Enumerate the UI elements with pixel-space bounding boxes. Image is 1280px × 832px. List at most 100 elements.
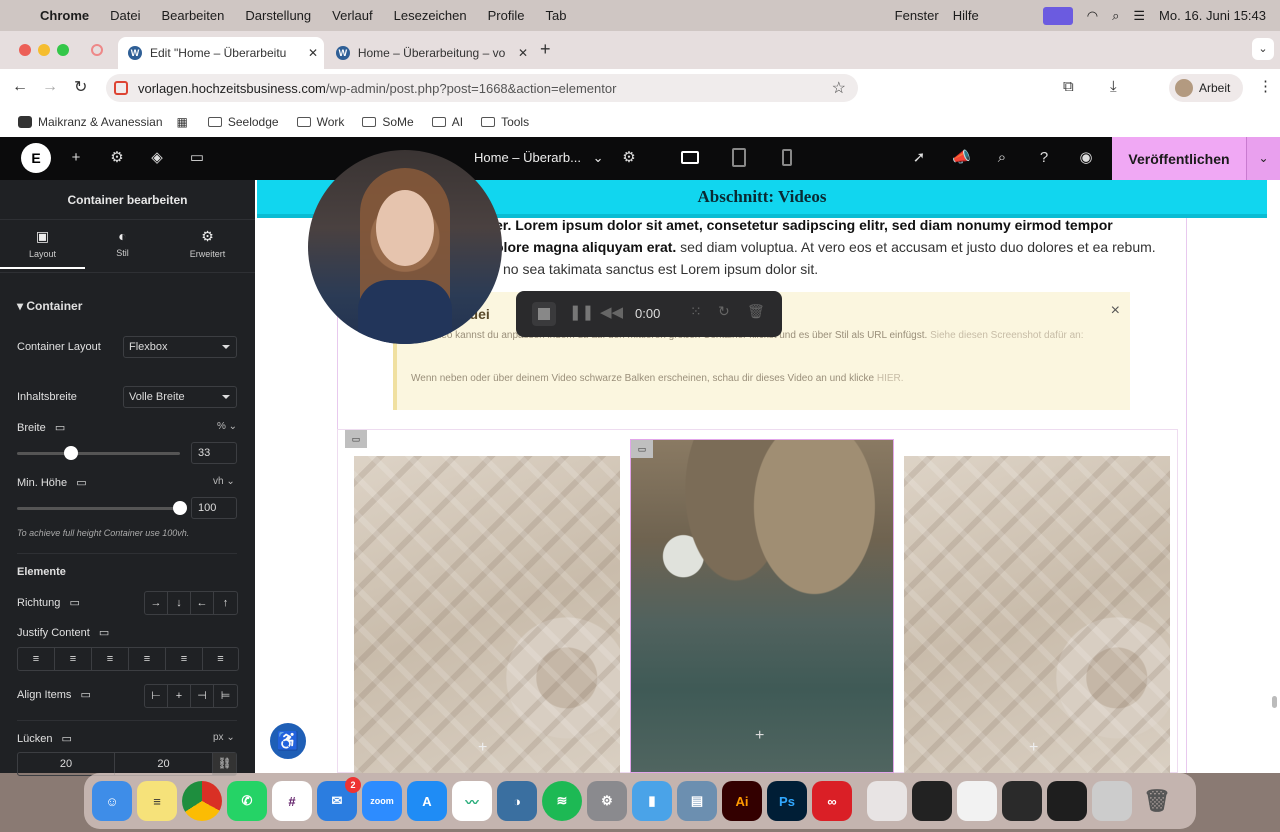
menu-hilfe[interactable]: Hilfe	[953, 8, 979, 23]
bookmark-folder-some[interactable]: SoMe	[362, 115, 414, 129]
publish-options-button[interactable]: ⌄	[1246, 137, 1280, 180]
direction-column-button[interactable]: ↓	[168, 592, 191, 614]
illustrator-icon[interactable]: Ai	[722, 781, 762, 821]
screen-share-icon[interactable]	[1042, 6, 1073, 25]
add-element-icon[interactable]: +	[755, 727, 764, 745]
bookmark-folder-work[interactable]: Work	[296, 115, 344, 129]
tab-search-icon[interactable]: ⌄	[1252, 38, 1274, 60]
bookmark-folder-tools[interactable]: Tools	[481, 115, 529, 129]
elementor-logo-icon[interactable]: E	[21, 143, 51, 173]
notifications-icon[interactable]: 📣	[952, 149, 971, 167]
back-icon[interactable]: ←	[12, 78, 28, 96]
preview-icon[interactable]: ▤	[677, 781, 717, 821]
mobile-view-icon[interactable]	[782, 149, 792, 166]
datetime[interactable]: Mo. 16. Juni 15:43	[1159, 8, 1266, 23]
zoom-icon[interactable]: zoom	[362, 781, 402, 821]
justify-space-between-icon[interactable]: ≡	[129, 648, 166, 670]
tablet-view-icon[interactable]	[732, 148, 746, 167]
freeform-icon[interactable]: 〰	[452, 781, 492, 821]
direction-row-reverse-button[interactable]: ←	[191, 592, 214, 614]
bookmark-star-icon[interactable]: ☆	[832, 78, 846, 98]
address-bar[interactable]: vorlagen.hochzeitsbusiness.com/wp-admin/…	[106, 74, 858, 102]
page-settings-icon[interactable]: ⚙	[620, 149, 638, 167]
video-right[interactable]: +	[904, 456, 1170, 773]
finder-icon[interactable]: ☺	[92, 781, 132, 821]
link-icon[interactable]: ⛓	[213, 753, 236, 775]
tab-style[interactable]: ◐ Stil	[80, 228, 165, 258]
menu-profile[interactable]: Profile	[488, 8, 525, 23]
video-left[interactable]: +	[354, 456, 620, 773]
align-center-icon[interactable]: +	[168, 685, 191, 707]
search-icon[interactable]: ⌕	[1112, 8, 1119, 24]
rewind-icon[interactable]: ◀◀	[600, 303, 623, 321]
tab-close-icon[interactable]: ✕	[308, 46, 318, 60]
chrome-icon[interactable]	[182, 781, 222, 821]
justify-end-icon[interactable]: ≡	[92, 648, 129, 670]
justify-space-around-icon[interactable]: ≡	[166, 648, 203, 670]
window-thumb-icon[interactable]	[867, 781, 907, 821]
desktop-view-icon[interactable]	[681, 151, 699, 164]
pause-icon[interactable]: ❚❚	[569, 303, 594, 321]
launch-icon[interactable]: ➚	[910, 149, 928, 167]
direction-column-reverse-button[interactable]: ↑	[214, 592, 237, 614]
pixelmator-icon[interactable]: ◑	[497, 781, 537, 821]
search-icon[interactable]: ⌕	[993, 149, 1011, 167]
stop-icon[interactable]	[532, 302, 556, 326]
note-link[interactable]: Siehe diesen Screenshot dafür an:	[930, 330, 1083, 341]
whatsapp-icon[interactable]: ✆	[227, 781, 267, 821]
new-tab-icon[interactable]: +	[540, 39, 551, 60]
container-layout-select[interactable]: Flexbox	[123, 336, 237, 358]
min-height-unit-select[interactable]: vh ⌄	[213, 476, 235, 487]
tab-layout[interactable]: ▣ Layout	[0, 228, 85, 269]
tab-home-preview[interactable]: W Home – Überarbeitung – vorl ✕	[326, 37, 528, 69]
site-settings-icon[interactable]: ⚙	[108, 149, 126, 167]
video-center[interactable]: ▭ +	[630, 439, 894, 773]
wifi-icon[interactable]: ◠	[1087, 8, 1098, 24]
bookmark-folder-ai[interactable]: AI	[431, 115, 463, 129]
restart-icon[interactable]: ↻	[718, 303, 730, 320]
justify-start-icon[interactable]: ≡	[18, 648, 55, 670]
menu-verlauf[interactable]: Verlauf	[332, 8, 372, 23]
reload-icon[interactable]: ↻	[74, 77, 87, 97]
align-end-icon[interactable]: ⊣	[191, 685, 214, 707]
forward-icon[interactable]: →	[42, 78, 58, 96]
justify-center-icon[interactable]: ≡	[55, 648, 92, 670]
close-icon[interactable]: ×	[1111, 302, 1120, 320]
menu-datei[interactable]: Datei	[110, 8, 140, 23]
window-thumb-icon[interactable]	[1047, 781, 1087, 821]
menu-fenster[interactable]: Fenster	[895, 8, 939, 23]
maximize-window-button[interactable]	[57, 44, 69, 56]
download-icon[interactable]: ⤓	[1110, 78, 1117, 95]
profile-button[interactable]: Arbeit	[1169, 74, 1243, 102]
site-icon[interactable]	[114, 81, 128, 95]
min-height-slider-handle[interactable]	[173, 501, 187, 515]
note-link-hier[interactable]: HIER.	[877, 373, 904, 384]
gap-row-input[interactable]: 20	[115, 753, 213, 775]
gap-column-input[interactable]: 20	[18, 753, 115, 775]
content-width-select[interactable]: Volle Breite	[123, 386, 237, 408]
system-settings-icon[interactable]: ⚙	[587, 781, 627, 821]
direction-row-button[interactable]: →	[145, 592, 168, 614]
tab-edit-home[interactable]: W Edit "Home – Überarbeitu ✕	[118, 37, 324, 69]
tab-close-icon[interactable]: ✕	[518, 46, 528, 60]
keynote-icon[interactable]: ▮	[632, 781, 672, 821]
width-unit-select[interactable]: % ⌄	[217, 421, 237, 432]
body-text[interactable]: er. Lorem ipsum dolor sit amet, consetet…	[495, 214, 1185, 280]
extensions-icon[interactable]: ⧉	[1063, 78, 1074, 95]
creative-cloud-icon[interactable]: ∞	[812, 781, 852, 821]
width-input[interactable]: 33	[191, 442, 237, 464]
menu-bearbeiten[interactable]: Bearbeiten	[161, 8, 224, 23]
comments-icon[interactable]: ▭	[188, 149, 206, 167]
spotify-icon[interactable]: ≋	[542, 781, 582, 821]
grid-icon[interactable]: ⁙	[690, 303, 702, 320]
menu-app-name[interactable]: Chrome	[40, 8, 89, 23]
slack-icon[interactable]: #	[272, 781, 312, 821]
min-height-input[interactable]: 100	[191, 497, 237, 519]
apps-grid-icon[interactable]: ▦	[177, 115, 188, 129]
close-window-button[interactable]	[19, 44, 31, 56]
preview-eye-icon[interactable]: ◉	[1077, 149, 1095, 167]
app-store-icon[interactable]: A	[407, 781, 447, 821]
add-element-icon[interactable]: +	[1029, 739, 1038, 757]
notes-icon[interactable]: ≡	[137, 781, 177, 821]
minimize-window-button[interactable]	[38, 44, 50, 56]
